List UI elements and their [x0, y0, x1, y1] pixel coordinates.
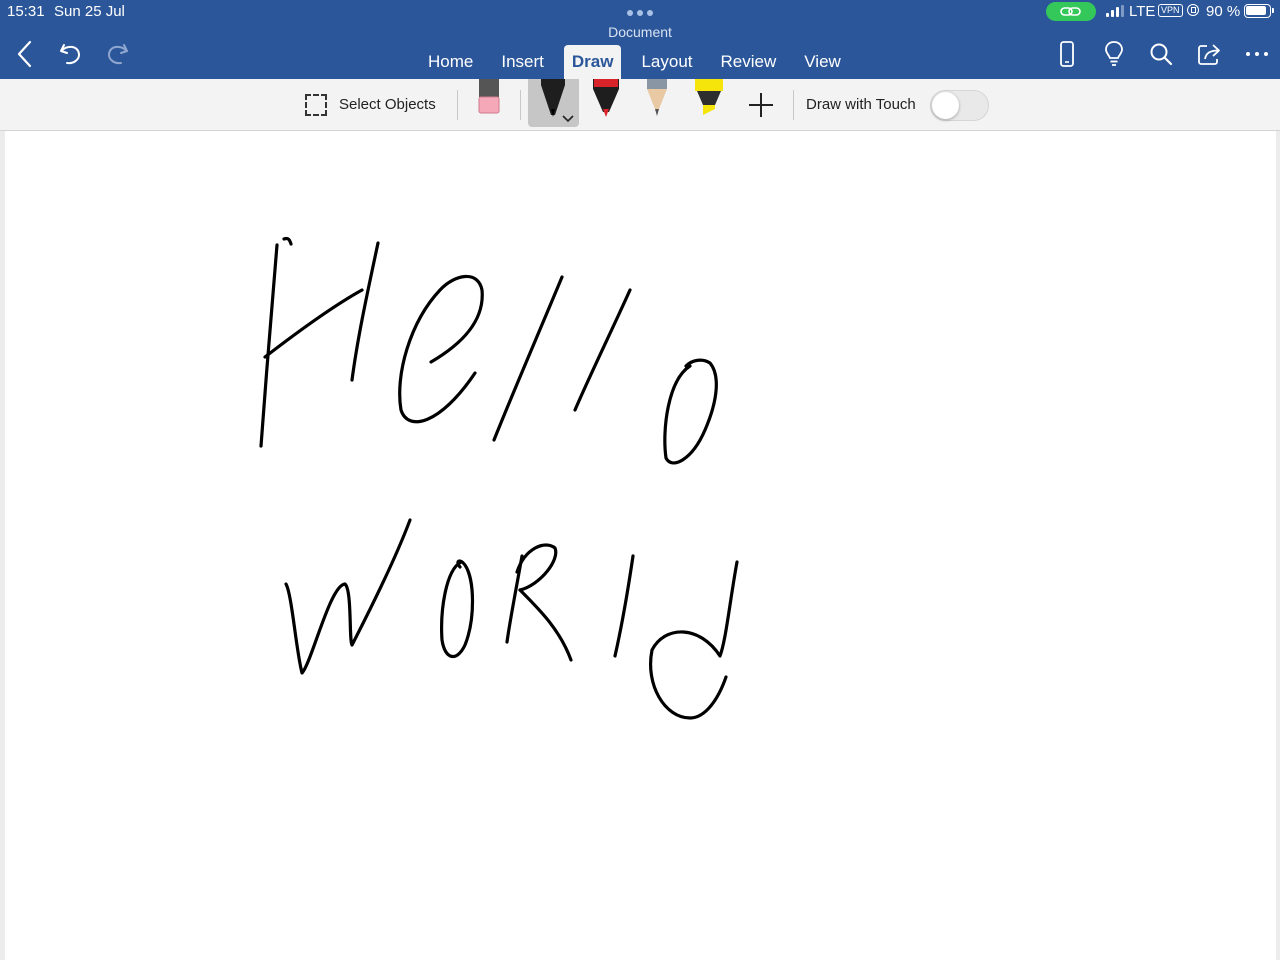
network-label: LTE [1129, 3, 1156, 20]
chevron-left-icon [17, 40, 32, 68]
draw-with-touch-label: Draw with Touch [806, 96, 916, 113]
battery-icon [1244, 4, 1274, 18]
divider [793, 90, 794, 120]
title-bar: 15:31 Sun 25 Jul Document LTE VPN 90 % H… [0, 0, 1280, 79]
ribbon-tabs: Home Insert Draw Layout Review View [420, 45, 861, 79]
vpn-badge: VPN [1158, 4, 1183, 17]
select-objects-label[interactable]: Select Objects [339, 96, 436, 113]
tab-insert[interactable]: Insert [493, 45, 552, 79]
search-button[interactable] [1146, 39, 1176, 69]
tab-review[interactable]: Review [713, 45, 785, 79]
orientation-lock-icon [1187, 4, 1199, 16]
pen-red-tool[interactable] [590, 79, 622, 124]
phone-view-button[interactable] [1052, 39, 1082, 69]
more-icon [1246, 52, 1268, 56]
add-pen-button[interactable] [747, 91, 775, 124]
tab-layout[interactable]: Layout [633, 45, 700, 79]
pencil-icon [647, 79, 667, 116]
highlighter-icon [695, 79, 723, 115]
select-objects-icon[interactable] [305, 94, 327, 116]
signal-icon [1106, 5, 1124, 17]
undo-icon [60, 44, 80, 65]
plus-icon [749, 93, 773, 117]
highlighter-tool[interactable] [693, 79, 725, 124]
tab-view[interactable]: View [796, 45, 849, 79]
multitasking-handle[interactable] [627, 10, 653, 16]
redo-button[interactable] [102, 38, 132, 70]
undo-button[interactable] [56, 38, 86, 70]
divider [457, 90, 458, 120]
share-icon [1198, 44, 1220, 65]
pen-black-tool[interactable] [528, 79, 579, 127]
tab-home[interactable]: Home [420, 45, 481, 79]
eraser-tool[interactable] [477, 79, 501, 122]
red-pen-icon [593, 79, 619, 117]
pencil-tool[interactable] [643, 79, 671, 124]
link-icon [1060, 7, 1081, 16]
chevron-down-icon [562, 115, 574, 123]
search-icon [1150, 43, 1173, 66]
more-button[interactable] [1242, 39, 1272, 69]
back-button[interactable] [10, 38, 40, 70]
link-status-pill[interactable] [1046, 2, 1096, 21]
redo-icon [108, 44, 128, 65]
battery-percent: 90 % [1206, 3, 1241, 20]
status-time: 15:31 [7, 3, 45, 20]
document-title[interactable]: Document [0, 24, 1280, 40]
divider [520, 90, 521, 120]
phone-view-icon [1060, 41, 1074, 67]
tell-me-button[interactable] [1099, 39, 1129, 69]
handwriting-ink[interactable] [5, 131, 1276, 960]
document-canvas[interactable] [5, 131, 1276, 960]
share-button[interactable] [1194, 39, 1224, 69]
lightbulb-icon [1105, 41, 1123, 66]
eraser-icon [478, 79, 500, 114]
status-date: Sun 25 Jul [54, 3, 125, 20]
draw-with-touch-toggle[interactable] [930, 90, 989, 121]
draw-ribbon: Select Objects Draw with Touch [0, 79, 1280, 131]
tab-draw[interactable]: Draw [563, 45, 622, 79]
black-pen-icon [541, 79, 565, 117]
